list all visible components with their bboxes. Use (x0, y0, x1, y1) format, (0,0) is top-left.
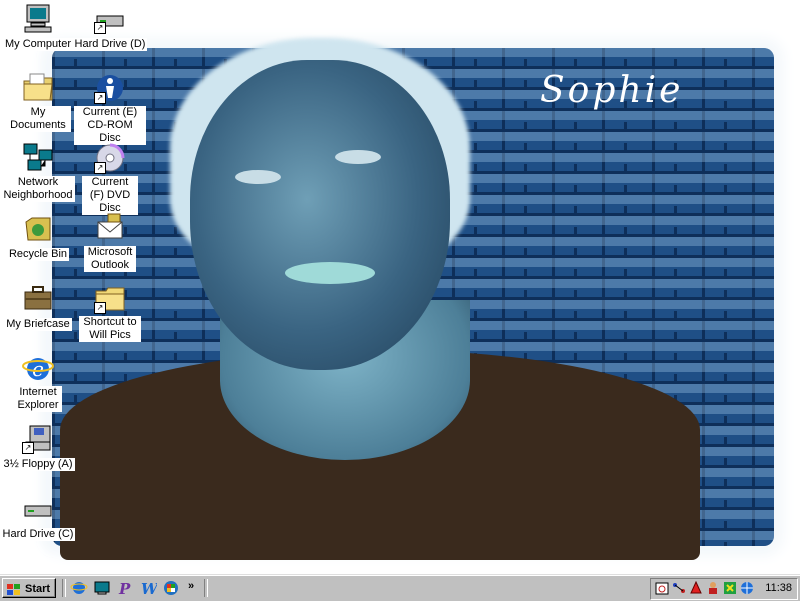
desktop-icon-microsoft-outlook[interactable]: Microsoft Outlook (72, 212, 148, 273)
media-icon[interactable] (723, 581, 737, 595)
desktop-icon-hard-drive-d[interactable]: ↗ Hard Drive (D) (72, 2, 148, 52)
desktop-icon-floppy-a[interactable]: ↗ 3½ Floppy (A) (0, 422, 76, 472)
taskbar-separator (204, 579, 208, 597)
desktop-icon-recycle-bin[interactable]: Recycle Bin (0, 212, 76, 262)
recycle-bin-icon (22, 212, 54, 244)
dvd-icon: ↗ (94, 142, 126, 174)
desktop-icon-internet-explorer[interactable]: e Internet Explorer (0, 352, 76, 413)
alert-icon[interactable] (689, 580, 703, 595)
desktop-icon-my-computer[interactable]: My Computer (0, 2, 76, 52)
shortcut-arrow-icon: ↗ (94, 302, 106, 314)
floppy-icon: ↗ (22, 422, 54, 454)
shortcut-arrow-icon: ↗ (94, 22, 106, 34)
quicklaunch-windows-update-icon[interactable] (162, 580, 180, 596)
svg-text:W: W (141, 580, 157, 596)
windows-logo-icon (7, 583, 21, 595)
briefcase-icon (22, 282, 54, 314)
taskbar-separator (62, 579, 66, 597)
my-computer-icon (22, 2, 54, 34)
taskbar: Start P W » 11:38 (0, 574, 800, 601)
clock[interactable]: 11:38 (765, 582, 792, 594)
folder-shortcut-icon: ↗ (94, 282, 126, 314)
wallpaper-person-eye (235, 170, 281, 184)
desktop-icon-my-briefcase[interactable]: My Briefcase (0, 282, 76, 332)
desktop-icon-hard-drive-c[interactable]: Hard Drive (C) (0, 492, 76, 542)
network-tray-icon[interactable] (672, 581, 686, 595)
svg-text:P: P (118, 580, 131, 596)
system-tray: 11:38 (650, 578, 798, 600)
wallpaper-name-text: Sophie (540, 70, 684, 111)
scheduler-icon[interactable] (655, 581, 669, 595)
quicklaunch-show-desktop-icon[interactable] (93, 580, 111, 596)
desktop-icon-will-pics-shortcut[interactable]: ↗ Shortcut to Will Pics (72, 282, 148, 343)
start-button[interactable]: Start (2, 578, 56, 598)
cd-rom-icon: ↗ (94, 72, 126, 104)
browser-tray-icon[interactable] (740, 581, 754, 595)
folder-icon (22, 72, 54, 104)
desktop-icon-dvd-f[interactable]: ↗ Current (F) DVD Disc (72, 142, 148, 216)
outlook-icon (94, 212, 126, 244)
agent-icon[interactable] (706, 581, 720, 595)
desktop[interactable]: Sophie My Computer My Documents Network … (0, 0, 800, 574)
quicklaunch-word-icon[interactable]: W (139, 580, 160, 598)
quicklaunch-internet-explorer-icon[interactable] (70, 580, 88, 596)
start-label: Start (25, 583, 51, 595)
shortcut-arrow-icon: ↗ (94, 162, 106, 174)
hard-drive-icon: ↗ (94, 2, 126, 34)
network-icon (22, 142, 54, 174)
hard-drive-icon (22, 492, 54, 524)
wallpaper-person-eye (335, 150, 381, 164)
wallpaper-person-mouth (285, 262, 375, 284)
shortcut-arrow-icon: ↗ (22, 442, 34, 454)
desktop-icon-my-documents[interactable]: My Documents (0, 72, 76, 133)
quicklaunch-paint-icon[interactable]: P (116, 580, 134, 598)
internet-explorer-icon: e (22, 352, 54, 384)
shortcut-arrow-icon: ↗ (94, 92, 106, 104)
desktop-icon-network-neighborhood[interactable]: Network Neighborhood (0, 142, 76, 203)
wallpaper-person-face (190, 60, 450, 370)
desktop-icon-cd-rom-e[interactable]: ↗ Current (E) CD-ROM Disc (72, 72, 148, 146)
